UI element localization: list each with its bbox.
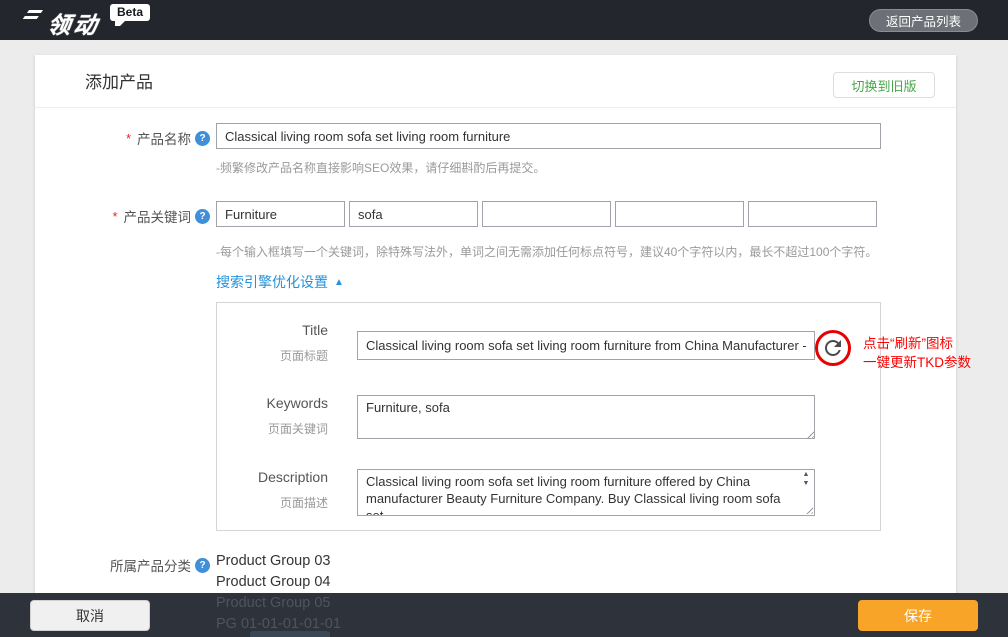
refresh-highlight-circle — [815, 330, 851, 366]
seo-settings-toggle[interactable]: 搜索引擎优化设置 ▲ — [216, 272, 344, 292]
annotation-text: 点击“刷新”图标 一键更新TKD参数 — [863, 334, 1008, 372]
cancel-button[interactable]: 取消 — [30, 600, 150, 631]
switch-to-old-version-button[interactable]: 切换到旧版 — [833, 72, 935, 98]
refresh-icon[interactable] — [821, 336, 845, 360]
product-category-label: 所属产品分类 — [110, 555, 191, 575]
required-asterisk: * — [126, 131, 131, 146]
product-keywords-label: 产品关键词 — [124, 206, 192, 226]
product-name-label-row: * 产品名称 ? — [80, 128, 210, 148]
required-asterisk: * — [112, 209, 117, 224]
seo-description-sublabel: 页面描述 — [217, 494, 328, 511]
product-group-item[interactable]: Product Group 05 — [216, 593, 341, 614]
back-to-product-list-button[interactable]: 返回产品列表 — [869, 9, 978, 32]
seo-title-sublabel: 页面标题 — [217, 347, 328, 364]
annotation-line-1: 点击“刷新”图标 — [863, 334, 1008, 353]
keywords-hint: -每个输入框填写一个关键词，除特殊写法外，单词之间无需添加任何标点符号，建议40… — [216, 243, 877, 260]
collapse-arrow-icon: ▲ — [334, 277, 344, 288]
seo-keywords-label: Keywords — [217, 395, 328, 411]
keyword-input-3[interactable] — [482, 201, 611, 227]
keyword-input-5[interactable] — [748, 201, 877, 227]
product-group-item[interactable]: Product Group 03 — [216, 551, 341, 572]
page-title: 添加产品 — [85, 68, 153, 93]
top-header: 领动 Beta 返回产品列表 — [0, 0, 1008, 40]
save-button[interactable]: 保存 — [858, 600, 978, 631]
seo-keywords-textarea[interactable]: Furniture, sofa — [357, 395, 815, 439]
product-name-label: 产品名称 — [137, 128, 191, 148]
seo-description-label: Description — [217, 469, 328, 485]
partially-hidden-group-highlight — [250, 631, 330, 637]
product-group-list: Product Group 03 Product Group 04 Produc… — [216, 551, 341, 635]
bottom-action-bar — [0, 593, 1008, 637]
help-icon[interactable]: ? — [195, 209, 210, 224]
keyword-inputs-row — [216, 201, 881, 227]
scroll-up-icon[interactable]: ▲ — [803, 471, 810, 479]
product-name-hint: -频繁修改产品名称直接影响SEO效果，请仔细斟酌后再提交。 — [216, 159, 545, 176]
beta-badge: Beta — [110, 4, 150, 21]
screen: 领动 Beta 返回产品列表 添加产品 切换到旧版 * 产品名称 ? -频繁修改… — [0, 0, 1008, 637]
keyword-input-2[interactable] — [349, 201, 478, 227]
help-icon[interactable]: ? — [195, 131, 210, 146]
product-category-label-row: 所属产品分类 ? — [60, 555, 210, 575]
logo-speedline-icon — [27, 10, 43, 13]
seo-title-label: Title — [217, 322, 328, 338]
seo-keywords-sublabel: 页面关键词 — [217, 420, 328, 437]
app-logo: 领动 Beta — [28, 6, 150, 40]
textarea-scrollbar[interactable]: ▲ ▼ — [799, 471, 813, 507]
logo-text: 领动 — [46, 6, 103, 40]
help-icon[interactable]: ? — [195, 558, 210, 573]
card-header-divider — [35, 107, 956, 108]
product-name-input[interactable] — [216, 123, 881, 149]
product-keywords-label-row: * 产品关键词 ? — [60, 206, 210, 226]
keyword-input-4[interactable] — [615, 201, 744, 227]
annotation-line-2: 一键更新TKD参数 — [863, 353, 1008, 372]
seo-settings-toggle-label: 搜索引擎优化设置 — [216, 272, 328, 292]
seo-title-input[interactable] — [357, 331, 815, 360]
seo-description-textarea[interactable]: Classical living room sofa set living ro… — [357, 469, 815, 516]
seo-description-field: Classical living room sofa set living ro… — [357, 469, 815, 516]
product-group-item[interactable]: Product Group 04 — [216, 572, 341, 593]
seo-panel: Title 页面标题 点击“刷新”图标 一键更新TKD参数 Keywords 页… — [216, 302, 881, 531]
keyword-input-1[interactable] — [216, 201, 345, 227]
scroll-down-icon[interactable]: ▼ — [803, 480, 810, 488]
